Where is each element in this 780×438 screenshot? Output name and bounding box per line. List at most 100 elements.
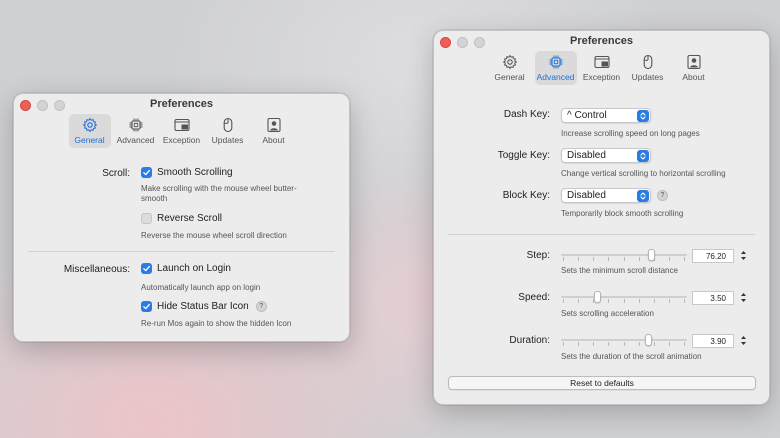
smooth-scrolling-checkbox[interactable]: Smooth Scrolling: [141, 167, 233, 178]
duration-description: Sets the duration of the scroll animatio…: [561, 352, 702, 361]
slider-track: [561, 254, 687, 256]
slider-knob[interactable]: [594, 291, 601, 303]
smooth-scrolling-label: Smooth Scrolling: [157, 167, 233, 178]
dash-key-label: Dash Key:: [503, 109, 550, 120]
dash-key-popup[interactable]: ^ Control: [561, 108, 651, 123]
slider-tick: [563, 342, 564, 346]
tab-about[interactable]: About: [253, 114, 295, 148]
person-icon: [266, 117, 282, 133]
window-icon: [174, 117, 190, 133]
slider-knob[interactable]: [648, 249, 655, 261]
checkbox-checked-icon: [141, 263, 152, 274]
duration-slider[interactable]: [561, 334, 687, 346]
window-icon: [594, 54, 610, 70]
person-icon: [686, 54, 702, 70]
tab-label: About: [682, 72, 705, 82]
speed-stepper-icon[interactable]: [739, 290, 748, 305]
slider-knob[interactable]: [645, 334, 652, 346]
tab-updates[interactable]: Updates: [207, 114, 249, 148]
slider-tick: [624, 257, 625, 261]
slider-track: [561, 296, 687, 298]
advanced-preferences-window: Preferences General Advanced Exception U…: [433, 30, 770, 405]
launch-on-login-description: Automatically launch app on login: [141, 283, 261, 292]
slider-tick: [563, 257, 564, 261]
slider-tick: [608, 257, 609, 261]
chip-icon: [548, 54, 564, 70]
reset-to-defaults-button[interactable]: Reset to defaults: [448, 376, 756, 390]
tab-label: General: [74, 135, 105, 145]
duration-value-field[interactable]: 3.90: [692, 334, 734, 348]
slider-tick: [669, 257, 670, 261]
tab-label: Exception: [162, 135, 201, 145]
tab-exception[interactable]: Exception: [161, 114, 203, 148]
reverse-scroll-checkbox[interactable]: Reverse Scroll: [141, 213, 222, 224]
general-preferences-window: Preferences General Advanced Exception U…: [13, 93, 350, 342]
tab-general[interactable]: General: [68, 114, 111, 148]
popup-chevron-icon: [637, 190, 649, 202]
tab-label: Updates: [211, 135, 244, 145]
tab-about[interactable]: About: [673, 51, 715, 85]
tab-label: Advanced: [116, 135, 155, 145]
step-value-field[interactable]: 76.20: [692, 249, 734, 263]
tab-label: Advanced: [536, 72, 575, 82]
speed-value-field[interactable]: 3.50: [692, 291, 734, 305]
help-icon[interactable]: ?: [255, 301, 267, 312]
checkbox-checked-icon: [141, 167, 152, 178]
help-icon[interactable]: ?: [657, 190, 668, 201]
slider-tick: [639, 257, 640, 261]
speed-description: Sets scrolling acceleration: [561, 309, 654, 318]
tab-advanced[interactable]: Advanced: [534, 51, 577, 85]
section-divider: [448, 234, 755, 235]
section-divider: [28, 251, 335, 252]
reverse-scroll-label: Reverse Scroll: [157, 213, 223, 224]
preferences-toolbar: General Advanced Exception Updates About: [434, 51, 769, 85]
slider-tick: [684, 257, 685, 261]
block-key-description: Temporarily block smooth scrolling: [561, 209, 684, 218]
step-description: Sets the minimum scroll distance: [561, 266, 678, 275]
toggle-key-label: Toggle Key:: [497, 150, 550, 161]
duration-label: Duration:: [509, 335, 550, 346]
checkbox-checked-icon: [141, 301, 152, 312]
toggle-key-popup[interactable]: Disabled: [561, 148, 651, 163]
slider-tick: [669, 342, 670, 346]
slider-tick: [639, 299, 640, 303]
step-slider[interactable]: [561, 249, 687, 261]
scroll-section-label: Scroll:: [102, 168, 130, 179]
speed-label: Speed:: [518, 292, 550, 303]
hide-status-bar-icon-description: Re-run Mos again to show the hidden Icon: [141, 319, 292, 328]
tab-label: Updates: [631, 72, 664, 82]
popup-chevron-icon: [637, 110, 649, 122]
gear-icon: [82, 117, 98, 133]
tab-updates[interactable]: Updates: [627, 51, 669, 85]
step-stepper-icon[interactable]: [739, 248, 748, 263]
gear-icon: [502, 54, 518, 70]
step-label: Step:: [526, 250, 550, 261]
slider-tick: [578, 299, 579, 303]
toggle-key-value: Disabled: [567, 150, 606, 161]
slider-tick: [684, 342, 685, 346]
tab-general[interactable]: General: [489, 51, 531, 85]
mouse-icon: [220, 117, 236, 133]
slider-tick: [624, 299, 625, 303]
launch-on-login-checkbox[interactable]: Launch on Login: [141, 263, 231, 274]
miscellaneous-section-label: Miscellaneous:: [63, 264, 130, 275]
tab-label: Exception: [582, 72, 621, 82]
block-key-popup[interactable]: Disabled: [561, 188, 651, 203]
tab-exception[interactable]: Exception: [581, 51, 623, 85]
duration-stepper-icon[interactable]: [739, 333, 748, 348]
slider-tick: [654, 342, 655, 346]
dash-key-value: ^ Control: [567, 110, 607, 121]
window-title: Preferences: [150, 98, 213, 110]
tab-advanced[interactable]: Advanced: [115, 114, 157, 148]
hide-status-bar-icon-checkbox[interactable]: Hide Status Bar Icon ?: [141, 301, 267, 312]
slider-tick: [669, 299, 670, 303]
dash-key-description: Increase scrolling speed on long pages: [561, 129, 700, 138]
popup-chevron-icon: [637, 150, 649, 162]
reverse-scroll-description: Reverse the mouse wheel scroll direction: [141, 231, 287, 240]
preferences-toolbar: General Advanced Exception Updates About: [14, 114, 349, 148]
slider-tick: [654, 299, 655, 303]
slider-track: [561, 339, 687, 341]
speed-slider[interactable]: [561, 291, 687, 303]
mouse-icon: [640, 54, 656, 70]
hide-status-bar-icon-label: Hide Status Bar Icon: [157, 301, 249, 312]
